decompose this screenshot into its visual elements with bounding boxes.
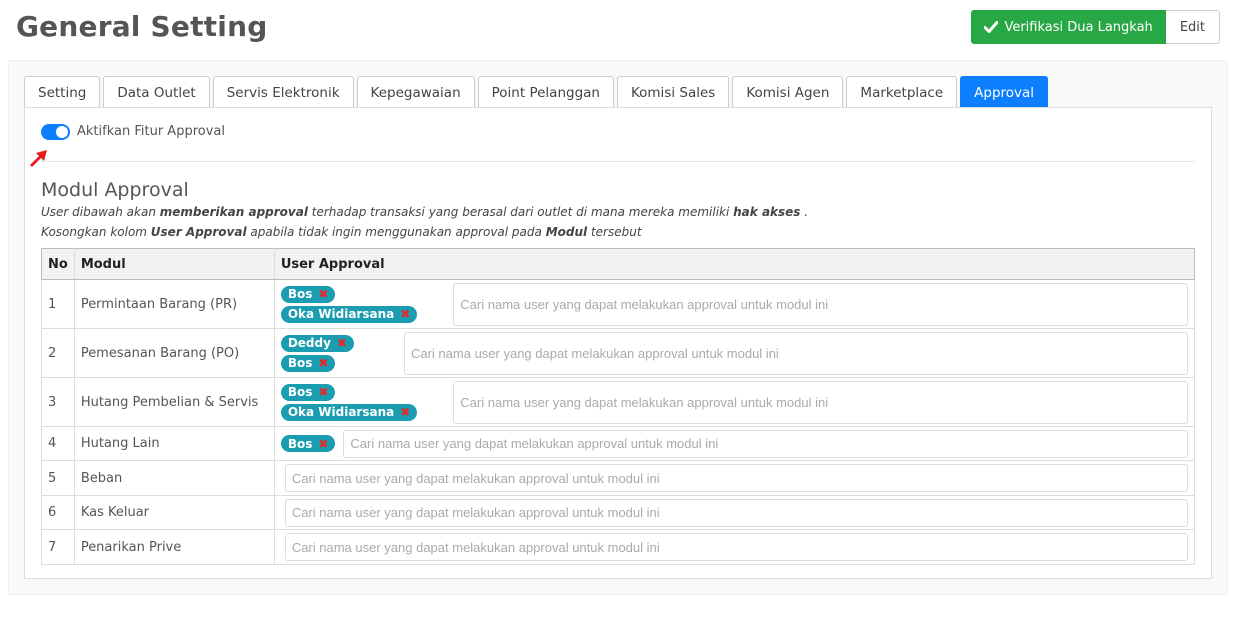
tab-data-outlet[interactable]: Data Outlet — [103, 76, 210, 108]
remove-x-icon[interactable]: ✖ — [400, 307, 410, 321]
row-modul: Beban — [73, 460, 275, 496]
tab-approval[interactable]: Approval — [960, 76, 1049, 108]
user-tag: Deddy ✖ — [280, 334, 354, 352]
approval-table: No Modul User Approval 1 Permintaan Bara… — [41, 248, 1196, 565]
verify-two-step-button[interactable]: Verifikasi Dua Langkah — [971, 10, 1166, 44]
row-modul: Hutang Pembelian & Servis — [73, 377, 275, 427]
description-line-1: User dibawah akan memberikan approval te… — [41, 205, 809, 219]
row-no: 1 — [41, 279, 75, 329]
approval-toggle[interactable] — [41, 124, 70, 140]
row-no: 7 — [41, 529, 75, 565]
tab-komisi-agen[interactable]: Komisi Agen — [732, 76, 844, 108]
user-search-input[interactable] — [284, 464, 1188, 492]
row-modul: Kas Keluar — [73, 495, 275, 530]
verify-two-step-label: Verifikasi Dua Langkah — [1004, 19, 1153, 35]
approval-toggle-label: Aktifkan Fitur Approval — [77, 124, 225, 139]
page-title: General Setting — [16, 10, 268, 43]
check-icon — [984, 21, 999, 33]
user-search-input[interactable] — [284, 533, 1188, 561]
user-tag: Bos ✖ — [280, 354, 336, 372]
user-search-input[interactable] — [453, 282, 1188, 326]
approval-panel: Aktifkan Fitur Approval Modul Approval U… — [24, 107, 1212, 579]
row-user-approval — [273, 495, 1196, 530]
section-title: Modul Approval — [41, 179, 189, 201]
edit-button[interactable]: Edit — [1165, 10, 1220, 44]
red-arrow-icon — [28, 141, 54, 172]
user-tags: Deddy ✖ Bos ✖ — [280, 334, 354, 372]
table-row: 4 Hutang Lain Bos ✖ — [41, 426, 1196, 461]
row-modul: Hutang Lain — [73, 426, 275, 461]
header-actions: Verifikasi Dua Langkah Edit — [971, 10, 1220, 44]
user-tag: Bos ✖ — [280, 285, 336, 303]
divider — [41, 161, 1195, 162]
user-tags: Bos ✖ Oka Widiarsana ✖ — [280, 285, 418, 323]
row-no: 6 — [41, 495, 75, 530]
remove-x-icon[interactable]: ✖ — [400, 405, 410, 419]
tab-komisi-sales[interactable]: Komisi Sales — [616, 76, 730, 108]
user-tags: Bos ✖ Oka Widiarsana ✖ — [280, 383, 418, 421]
remove-x-icon[interactable]: ✖ — [318, 287, 328, 301]
table-row: 3 Hutang Pembelian & Servis Bos ✖ Oka Wid… — [41, 377, 1196, 427]
table-row: 1 Permintaan Barang (PR) Bos ✖ Oka Widiar… — [41, 279, 1196, 329]
row-no: 3 — [41, 377, 75, 427]
row-user-approval: Bos ✖ — [273, 426, 1196, 461]
user-tag: Bos ✖ — [280, 435, 336, 452]
table-row: 6 Kas Keluar — [41, 495, 1196, 530]
row-user-approval: Bos ✖ Oka Widiarsana ✖ — [273, 279, 1196, 329]
tab-servis-elektronik[interactable]: Servis Elektronik — [212, 76, 354, 108]
tab-kepegawaian[interactable]: Kepegawaian — [356, 76, 475, 108]
row-no: 5 — [41, 460, 75, 496]
row-no: 4 — [41, 426, 75, 461]
settings-tabs: Setting Data Outlet Servis Elektronik Ke… — [24, 76, 1049, 108]
row-user-approval: Bos ✖ Oka Widiarsana ✖ — [273, 377, 1196, 427]
table-row: 7 Penarikan Prive — [41, 529, 1196, 565]
user-search-input[interactable] — [343, 429, 1188, 458]
row-user-approval — [273, 529, 1196, 565]
user-tag: Bos ✖ — [280, 383, 336, 401]
header-user-approval: User Approval — [273, 248, 1196, 280]
approval-toggle-row — [41, 124, 70, 140]
user-search-input[interactable] — [403, 331, 1188, 375]
tab-point-pelanggan[interactable]: Point Pelanggan — [477, 76, 614, 108]
remove-x-icon[interactable]: ✖ — [318, 437, 328, 451]
table-header-row: No Modul User Approval — [41, 248, 1196, 280]
row-no: 2 — [41, 328, 75, 378]
tab-marketplace[interactable]: Marketplace — [846, 76, 958, 108]
row-modul: Penarikan Prive — [73, 529, 275, 565]
table-row: 2 Pemesanan Barang (PO) Deddy ✖ Bos ✖ — [41, 328, 1196, 378]
remove-x-icon[interactable]: ✖ — [318, 356, 328, 370]
user-tag: Oka Widiarsana ✖ — [280, 305, 418, 323]
row-user-approval: Deddy ✖ Bos ✖ — [273, 328, 1196, 378]
user-search-input[interactable] — [453, 380, 1188, 424]
user-tag: Oka Widiarsana ✖ — [280, 403, 418, 421]
remove-x-icon[interactable]: ✖ — [318, 385, 328, 399]
user-tags: Bos ✖ — [280, 435, 336, 452]
tab-setting[interactable]: Setting — [24, 76, 101, 108]
user-search-input[interactable] — [284, 498, 1188, 527]
remove-x-icon[interactable]: ✖ — [337, 336, 347, 350]
description-line-2: Kosongkan kolom User Approval apabila ti… — [41, 225, 642, 239]
row-modul: Pemesanan Barang (PO) — [73, 328, 275, 378]
row-modul: Permintaan Barang (PR) — [73, 279, 275, 329]
header-no: No — [41, 248, 75, 280]
header-modul: Modul — [73, 248, 275, 280]
row-user-approval — [273, 460, 1196, 496]
table-row: 5 Beban — [41, 460, 1196, 496]
